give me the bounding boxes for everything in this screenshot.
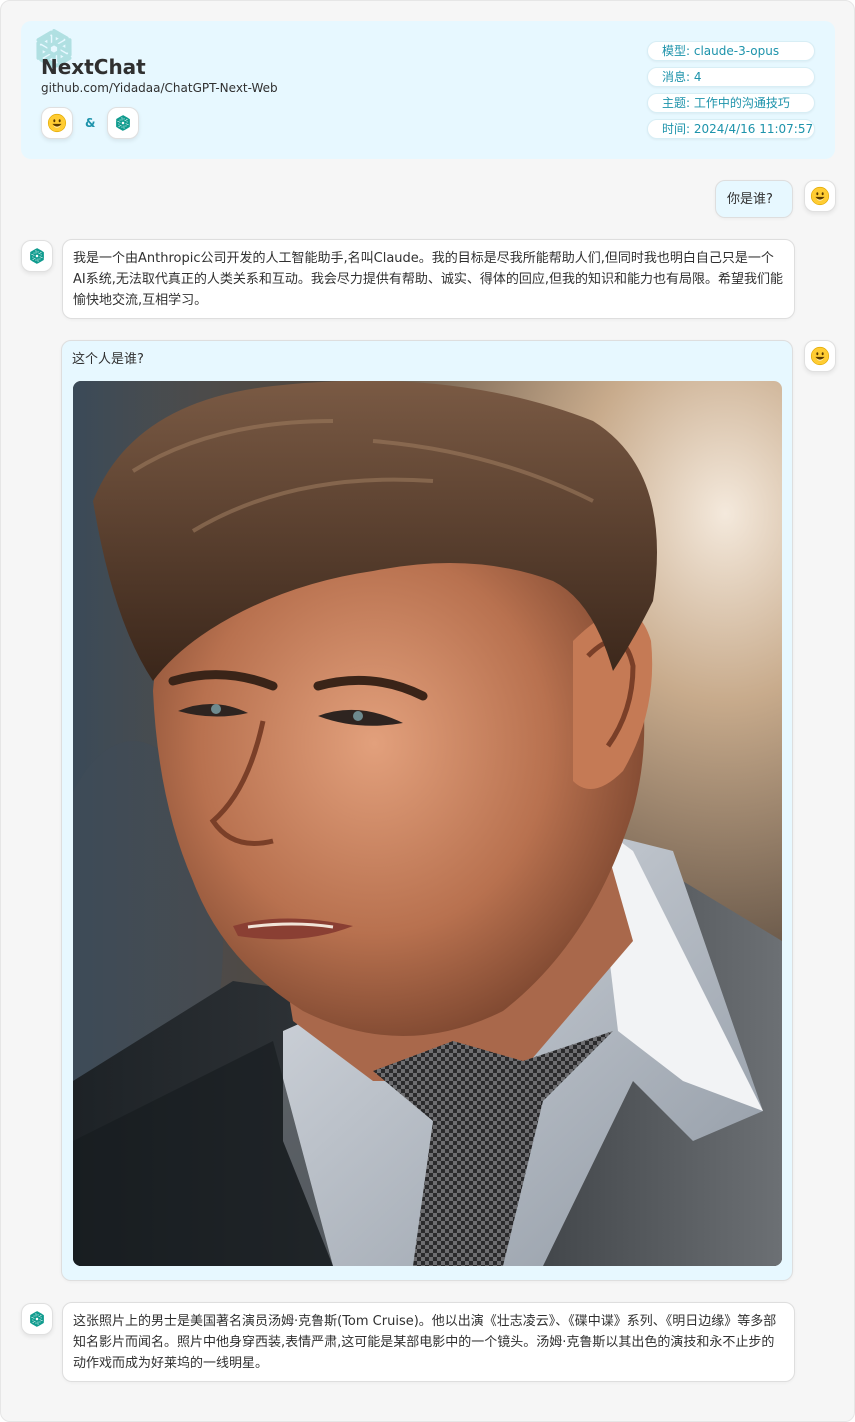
model-chip: 模型: claude-3-opus <box>647 41 815 61</box>
openai-logo-icon <box>107 107 140 139</box>
bot-avatar-icon <box>21 1303 53 1335</box>
repo-link[interactable]: github.com/Yidadaa/ChatGPT-Next-Web <box>41 81 278 95</box>
assistant-message: 这张照片上的男士是美国著名演员汤姆·克鲁斯(Tom Cruise)。他以出演《壮… <box>62 1302 795 1382</box>
topic-chip: 主题: 工作中的沟通技巧 <box>647 93 815 113</box>
participants: & <box>41 107 140 139</box>
user-avatar-icon <box>804 180 836 212</box>
attached-photo[interactable] <box>73 381 782 1266</box>
app-title: NextChat <box>41 55 146 79</box>
message-text: 我是一个由Anthropic公司开发的人工智能助手,名叫Claude。我的目标是… <box>73 251 783 308</box>
assistant-message: 我是一个由Anthropic公司开发的人工智能助手,名叫Claude。我的目标是… <box>62 239 795 319</box>
user-avatar-icon <box>804 340 836 372</box>
chat-meta: 模型: claude-3-opus 消息: 4 主题: 工作中的沟通技巧 时间:… <box>647 41 815 139</box>
chat-export-page: NextChat github.com/Yidadaa/ChatGPT-Next… <box>0 0 855 1422</box>
bot-avatar-icon <box>21 240 53 272</box>
ampersand: & <box>85 116 96 130</box>
portrait-photo <box>73 381 782 1266</box>
message-text: 这个人是谁? <box>72 352 144 367</box>
message-text: 你是谁? <box>727 192 773 207</box>
chat-header: NextChat github.com/Yidadaa/ChatGPT-Next… <box>21 21 835 159</box>
message-count-chip: 消息: 4 <box>647 67 815 87</box>
user-message: 你是谁? <box>715 180 793 218</box>
message-text: 这张照片上的男士是美国著名演员汤姆·克鲁斯(Tom Cruise)。他以出演《壮… <box>73 1314 777 1371</box>
user-message-with-image: 这个人是谁? <box>61 340 793 1281</box>
time-chip: 时间: 2024/4/16 11:07:57 <box>647 119 815 139</box>
user-emoji-icon <box>41 107 73 139</box>
